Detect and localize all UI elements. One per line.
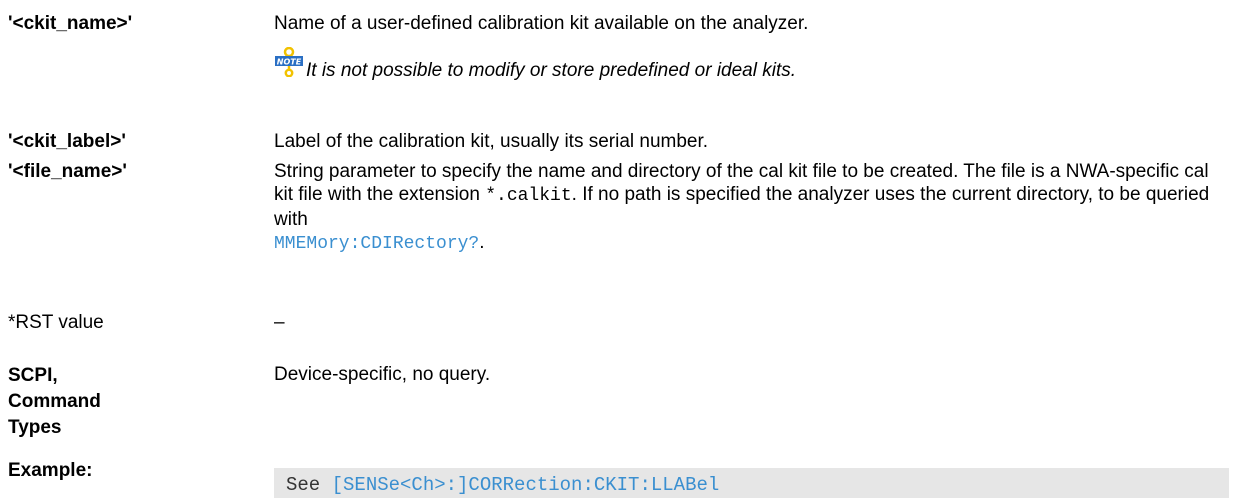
example-link[interactable]: [SENSe<Ch>:]CORRection:CKIT:LLABel: [332, 474, 720, 496]
param-label-ckit-name: '<ckit_name>': [8, 13, 133, 34]
param-desc-file-name-end: .: [479, 232, 485, 253]
scpi-value: Device-specific, no query.: [274, 364, 491, 385]
example-prefix: See: [286, 474, 332, 496]
scpi-label-line3: Types: [8, 417, 62, 438]
note-icon-label: NOTE: [277, 58, 302, 67]
param-label-ckit-label: '<ckit_label>': [8, 131, 126, 152]
scpi-label: SCPI, Command Types: [8, 363, 158, 441]
example-label: Example:: [8, 460, 93, 481]
note-text: It is not possible to modify or store pr…: [306, 60, 797, 81]
scpi-label-line2: Command: [8, 391, 101, 412]
note-icon: NOTE: [275, 47, 303, 77]
param-desc-ckit-label: Label of the calibration kit, usually it…: [274, 131, 709, 152]
example-code-box: See [SENSe<Ch>:]CORRection:CKIT:LLABel: [274, 468, 1229, 498]
rst-label: *RST value: [8, 312, 104, 333]
scpi-label-line1: SCPI,: [8, 365, 58, 386]
mmemory-cdirectory-link[interactable]: MMEMory:CDIRectory?: [274, 234, 479, 254]
param-desc-ckit-name: Name of a user-defined calibration kit a…: [274, 13, 809, 34]
example-code: See [SENSe<Ch>:]CORRection:CKIT:LLABel: [286, 474, 719, 496]
param-label-file-name: '<file_name>': [8, 161, 127, 182]
param-desc-file-name: String parameter to specify the name and…: [274, 160, 1229, 256]
rst-value: –: [274, 312, 285, 333]
calkit-extension-code: *.calkit: [485, 186, 572, 206]
